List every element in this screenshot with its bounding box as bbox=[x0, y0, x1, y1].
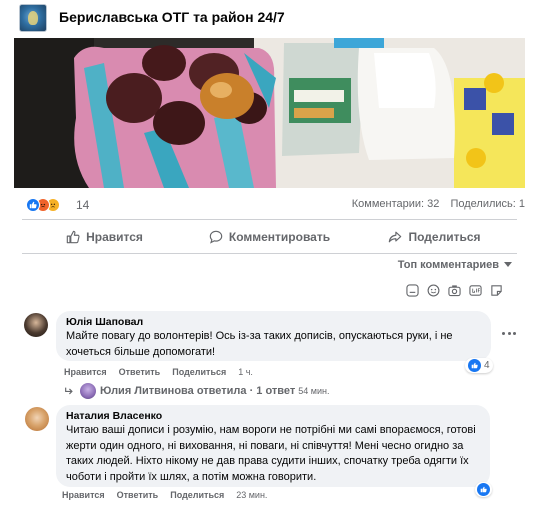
comment-bubble: Юлія Шаповал Майте повагу до волонтерів!… bbox=[56, 311, 491, 361]
commenter-avatar[interactable] bbox=[24, 313, 48, 337]
reaction-count[interactable]: 14 bbox=[76, 198, 89, 212]
comment-reaction-badge[interactable]: 4 bbox=[465, 358, 493, 373]
group-avatar[interactable] bbox=[19, 4, 47, 32]
comment-reaction-count: 4 bbox=[484, 360, 490, 371]
comments-count[interactable]: Комментарии: 32 bbox=[352, 198, 440, 210]
share-arrow-icon bbox=[389, 231, 402, 243]
post-stats: 14 Комментарии: 32 Поделились: 1 bbox=[14, 196, 525, 214]
comment-share-link[interactable]: Поделиться bbox=[170, 490, 224, 500]
comment-button[interactable]: Комментировать bbox=[187, 224, 352, 250]
comment-like-link[interactable]: Нравится bbox=[62, 490, 105, 500]
comment-composer-tools bbox=[405, 283, 510, 299]
sticker-icon[interactable] bbox=[405, 283, 419, 297]
divider bbox=[22, 253, 517, 254]
comment-actions: Нравится Ответить Поделиться 1 ч. bbox=[64, 367, 253, 377]
comment-button-label: Комментировать bbox=[228, 230, 331, 244]
camera-icon[interactable] bbox=[447, 283, 461, 297]
reply-arrow-icon bbox=[65, 387, 73, 395]
more-options-icon[interactable] bbox=[502, 332, 516, 336]
sticker-peel-icon[interactable] bbox=[489, 283, 503, 297]
view-replies-link[interactable]: Юлия Литвинова ответила · 1 ответ 54 мин… bbox=[64, 382, 329, 400]
groceries-photo bbox=[14, 38, 525, 188]
caret-down-icon bbox=[504, 262, 512, 267]
comment-timestamp[interactable]: 1 ч. bbox=[238, 367, 253, 377]
sort-label: Топ комментариев bbox=[397, 259, 499, 271]
emoji-icon[interactable] bbox=[426, 283, 440, 297]
share-button[interactable]: Поделиться bbox=[352, 224, 517, 250]
reaction-summary[interactable] bbox=[26, 197, 60, 213]
comment-text: Майте повагу до волонтерів! Ось із-за та… bbox=[66, 330, 453, 358]
shares-count[interactable]: Поделились: 1 bbox=[450, 198, 525, 210]
comment-reply-link[interactable]: Ответить bbox=[117, 490, 159, 500]
group-name[interactable]: Бериславська ОТГ та район 24/7 bbox=[59, 9, 285, 25]
comment-author[interactable]: Наталия Власенко bbox=[66, 410, 480, 422]
comment-share-link[interactable]: Поделиться bbox=[172, 367, 226, 377]
like-reaction-icon bbox=[26, 198, 40, 212]
share-button-label: Поделиться bbox=[408, 230, 481, 244]
reply-timestamp: 54 мин. bbox=[298, 386, 330, 396]
like-reaction-icon bbox=[477, 483, 490, 496]
post-action-bar: Нравится Комментировать Поделиться bbox=[22, 224, 517, 250]
gif-icon[interactable] bbox=[468, 283, 482, 297]
post-photo[interactable] bbox=[14, 38, 525, 188]
comment-reply-link[interactable]: Ответить bbox=[119, 367, 161, 377]
like-reaction-icon bbox=[468, 359, 481, 372]
comment-actions: Нравится Ответить Поделиться 23 мин. bbox=[62, 490, 267, 500]
divider bbox=[22, 219, 517, 220]
like-button[interactable]: Нравится bbox=[22, 224, 187, 250]
comment-share-counts: Комментарии: 32 Поделились: 1 bbox=[352, 198, 525, 210]
comment-author[interactable]: Юлія Шаповал bbox=[66, 316, 481, 328]
comment-sort-dropdown[interactable]: Топ комментариев bbox=[398, 259, 512, 271]
speech-bubble-icon bbox=[209, 230, 223, 244]
commenter-avatar[interactable] bbox=[25, 407, 49, 431]
post-header: Бериславська ОТГ та район 24/7 bbox=[0, 0, 539, 38]
comment-bubble: Наталия Власенко Читаю ваші дописи і роз… bbox=[56, 405, 490, 487]
comment-text: Читаю ваші дописи і розумію, нам вороги … bbox=[66, 424, 476, 483]
comment-like-link[interactable]: Нравится bbox=[64, 367, 107, 377]
like-button-label: Нравится bbox=[86, 230, 143, 244]
reply-summary: Юлия Литвинова ответила · 1 ответ bbox=[100, 385, 296, 397]
thumbs-up-icon bbox=[66, 230, 80, 244]
comment-reaction-badge[interactable] bbox=[475, 482, 492, 497]
comment-timestamp[interactable]: 23 мин. bbox=[236, 490, 267, 500]
replier-avatar bbox=[80, 383, 96, 399]
